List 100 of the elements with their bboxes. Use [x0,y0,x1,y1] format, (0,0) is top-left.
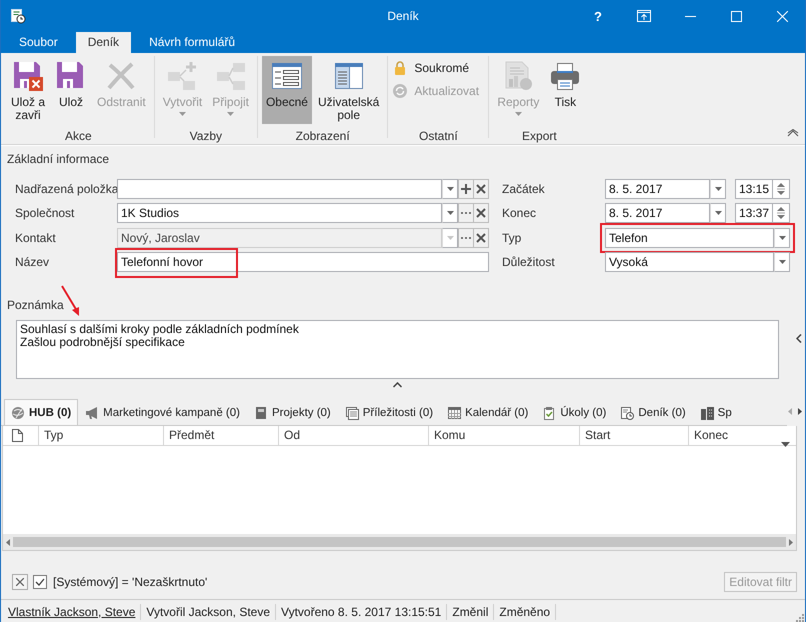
input-field[interactable] [117,179,442,199]
tab[interactable]: Projekty (0) [246,399,338,425]
input-field[interactable]: Telefonní hovor [117,252,489,272]
dropdown-button[interactable] [774,252,790,272]
field-label: Konec [502,206,538,220]
dropdown-button[interactable] [710,179,726,199]
document-icon [12,429,23,442]
building-icon [700,406,714,420]
tab[interactable]: Úkoly (0) [535,399,614,425]
caret-icon [446,211,454,216]
date-field[interactable]: 8. 5. 2017 [605,203,710,224]
ribbon-button[interactable]: Obecné [262,56,312,124]
printer-icon [549,60,582,92]
maximize-icon [730,10,742,22]
field-label: Začátek [502,182,546,196]
caret-icon [514,112,522,116]
dropdown-button[interactable] [774,228,790,248]
status-text: Změnil [447,604,494,620]
tab[interactable]: HUB (0) [4,399,78,425]
ribbon-tab[interactable]: Návrh formulářů [137,32,248,53]
tab[interactable]: Deník (0) [613,399,693,425]
megaphone-icon [85,406,100,420]
spinner-button[interactable] [773,203,790,224]
tab[interactable]: Příležitosti (0) [338,399,440,425]
status-text: Vytvořeno 8. 5. 2017 13:15:51 [276,604,448,620]
help-button[interactable]: ? [575,0,621,32]
caret-icon [778,260,786,264]
sphere-icon [11,406,25,420]
ribbon-button[interactable]: Soukromé [392,59,470,76]
field-label: Společnost [15,206,76,220]
spinner-button[interactable] [773,179,790,199]
column-header: Předmět [169,428,214,442]
spinner-arrows-icon [777,207,785,220]
arrow-right-icon [789,538,793,546]
ribbon-tab[interactable]: Deník [76,32,132,53]
input-field[interactable]: 1K Studios [117,203,442,224]
caret-icon [778,236,786,240]
arrow-left-icon [6,538,10,546]
column-header: Od [284,428,300,442]
field-label: Důležitost [502,254,556,269]
time-field[interactable]: 13:15 [735,179,773,199]
time-field[interactable]: 13:37 [735,203,773,224]
plus-icon [461,184,471,194]
combo-field[interactable]: Telefon [605,228,774,248]
caret-icon [446,236,454,240]
spinner-arrows-icon [777,183,785,195]
combo-field[interactable]: Vysoká [605,252,774,272]
dropdown-button[interactable] [442,203,458,224]
caret-icon [714,211,722,216]
collapse-icon [787,129,799,137]
filter-checkbox[interactable] [33,575,47,589]
caret-icon [227,112,234,116]
dropdown-button[interactable] [442,179,458,199]
dropdown-button[interactable] [710,203,726,224]
floppy-delete-icon [12,60,44,92]
field-label: Typ [502,230,522,245]
column-header: Konec [694,428,728,442]
group-label: Export [521,129,558,143]
clear-button[interactable] [473,179,489,199]
tab[interactable]: Kalendář (0) [440,399,536,425]
field-label: Název [15,254,50,269]
clear-icon [476,232,486,243]
filter-text: [Systémový] = 'Nezaškrtnuto' [53,575,208,589]
chevron-up-icon [393,382,402,388]
field-label: Kontakt [15,230,57,245]
group-label: Akce [64,129,93,143]
group-label: Zobrazení [294,129,351,143]
app-icon [10,8,26,24]
columns-layout-icon [332,60,365,92]
caret-icon [714,187,722,191]
resize-grip-icon [796,614,804,622]
add-button[interactable] [458,179,474,199]
remove-filter-button[interactable] [12,574,28,590]
status-text: Změněno [494,604,556,620]
clear-button[interactable] [473,203,489,224]
window-pin-icon [637,10,651,22]
owner-link[interactable]: Vlastník Jackson, Steve [3,604,142,620]
check-icon [35,578,45,586]
ribbon-button[interactable]: Ulož [51,56,92,124]
ribbon-button[interactable]: Tisk [545,56,586,124]
expand-panel-button[interactable] [796,332,802,346]
column-header: Typ [44,428,64,442]
ribbon-button[interactable]: Uživatelská pole [314,56,384,124]
field-label: Poznámka [7,298,64,312]
close-icon [776,10,788,22]
documents-icon [344,406,359,420]
ribbon-tab[interactable]: Soubor [7,32,70,53]
section-title: Základní informace [7,152,110,166]
tab[interactable]: Marketingové kampaně (0) [78,399,247,425]
delete-icon [105,60,138,92]
date-field[interactable]: 8. 5. 2017 [605,179,710,199]
clipboard-check-icon [542,406,556,420]
tab[interactable]: Sp [692,399,739,425]
refresh-icon [392,82,408,98]
field-label: Nadřazená položka [15,182,117,196]
close-icon [16,578,24,586]
note-field[interactable]: Souhlasí s dalšími kroky podle základních podmínek Zašlou podrobnější specifikace [16,320,779,379]
horizontal-scrollbar[interactable] [3,534,796,550]
ribbon-button[interactable]: Ulož a zavři [7,56,50,124]
clear-icon [476,208,486,218]
